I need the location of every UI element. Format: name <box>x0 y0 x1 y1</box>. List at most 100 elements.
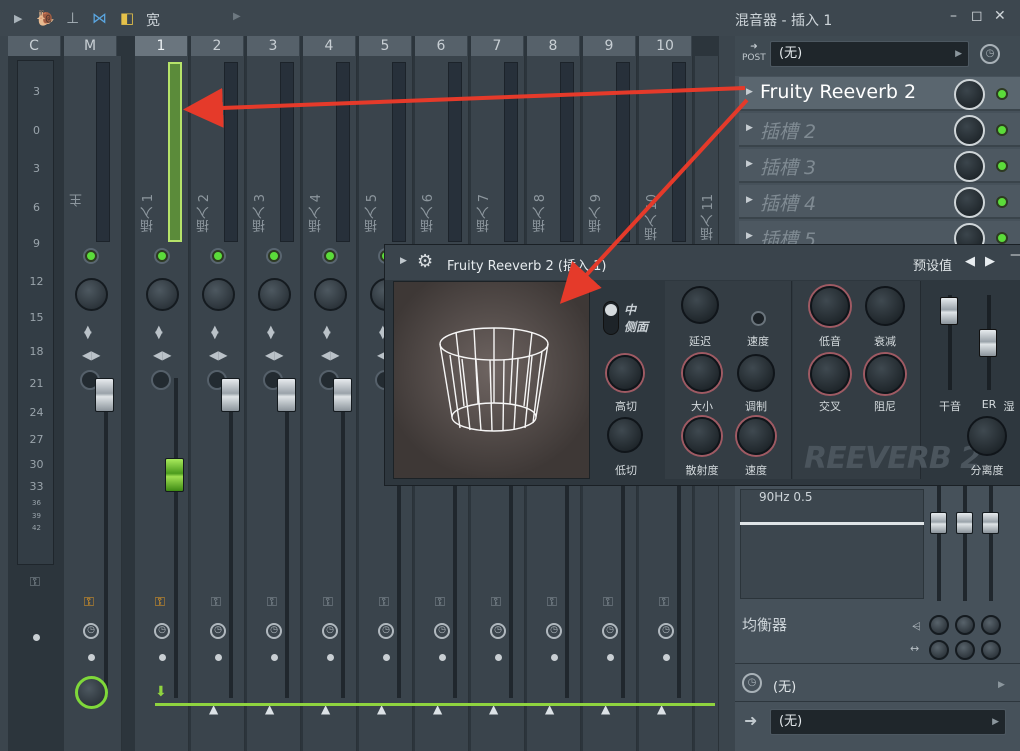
clock-icon[interactable]: ◷ <box>154 623 170 639</box>
plugin-minimize-button[interactable]: — <box>1010 247 1020 263</box>
clock-icon[interactable]: ◷ <box>210 623 226 639</box>
lock-icon[interactable]: ⚿ <box>491 595 501 610</box>
eq-graph[interactable] <box>740 489 924 599</box>
clock-icon[interactable]: ◷ <box>742 673 762 693</box>
eq-band1-knob[interactable] <box>929 615 949 635</box>
volume-fader[interactable] <box>277 378 296 412</box>
route-dot[interactable] <box>439 654 446 661</box>
speed-knob[interactable] <box>737 417 775 455</box>
mix-knob[interactable] <box>954 79 985 110</box>
lock-icon[interactable]: ⚿ <box>659 595 669 610</box>
output-select[interactable]: (无) ▶ <box>770 709 1006 735</box>
stereo-separation-icon[interactable]: ▲ ▼ <box>211 325 219 341</box>
clock-icon[interactable]: ◷ <box>322 623 338 639</box>
gear-icon[interactable]: ⚙ <box>417 251 433 272</box>
swap-lr-icon[interactable]: ◀▶ <box>321 348 339 362</box>
diffusion-knob[interactable] <box>683 417 721 455</box>
route-dot[interactable] <box>607 654 614 661</box>
route-dot[interactable] <box>383 654 390 661</box>
slot-label[interactable]: 插槽 2 <box>760 117 816 144</box>
prev-preset-button[interactable]: ◀ <box>965 254 975 269</box>
eq-freq1-knob[interactable] <box>929 640 949 660</box>
latency-clock-icon[interactable]: ◷ <box>980 44 1000 64</box>
slot-label[interactable]: 插槽 4 <box>760 189 816 216</box>
slot-enable-led[interactable] <box>996 196 1008 208</box>
route-dot[interactable] <box>663 654 670 661</box>
plugin-title-bar[interactable]: ▶ ⚙ Fruity Reeverb 2 (插入 1) 预设值 ◀ ▶ — <box>385 245 1020 280</box>
mixer-strip-insert-2[interactable]: 插入 2 ▲ ▼ ◀▶ ⚿ ◷ ▲ <box>191 56 245 751</box>
slot-arrow-icon[interactable]: ▶ <box>746 159 753 169</box>
swap-lr-icon[interactable]: ◀▶ <box>82 348 100 362</box>
stereo-separation-icon[interactable]: ▲ ▼ <box>84 325 92 341</box>
speed-knob-small[interactable] <box>751 311 766 326</box>
enable-led[interactable] <box>268 250 280 262</box>
mixer-strip-insert-3[interactable]: 插入 3 ▲ ▼ ◀▶ ⚿ ◷ ▲ <box>247 56 301 751</box>
snail-icon[interactable]: 🐌 <box>36 9 55 27</box>
track-header-1[interactable]: 1 <box>135 36 188 56</box>
slot-arrow-icon[interactable]: ▶ <box>746 231 753 241</box>
route-dot[interactable] <box>327 654 334 661</box>
mod-knob[interactable] <box>737 354 775 392</box>
clock-icon[interactable]: ◷ <box>83 623 99 639</box>
eq-mid-fader[interactable] <box>956 512 973 534</box>
bass-knob[interactable] <box>810 286 850 326</box>
mid-side-toggle[interactable] <box>603 301 619 335</box>
lock-icon[interactable]: ⚿ <box>323 595 333 610</box>
eq-freq2-knob[interactable] <box>955 640 975 660</box>
swap-lr-icon[interactable]: ◀▶ <box>153 348 171 362</box>
volume-fader[interactable] <box>165 458 184 492</box>
track-header-10[interactable]: 10 <box>639 36 692 56</box>
damping-knob[interactable] <box>865 354 905 394</box>
stereo-separation-icon[interactable]: ▲ ▼ <box>267 325 275 341</box>
lock-icon[interactable]: ⚿ <box>84 595 94 610</box>
output-time-value[interactable]: (无) <box>773 676 796 695</box>
track-header-5[interactable]: 5 <box>359 36 412 56</box>
track-header-m[interactable]: M <box>64 36 117 56</box>
maximize-button[interactable]: ◻ <box>971 8 983 24</box>
swap-lr-icon[interactable]: ◀▶ <box>265 348 283 362</box>
delay-knob[interactable] <box>681 286 719 324</box>
pan-knob[interactable] <box>258 278 291 311</box>
clock-icon[interactable]: ◷ <box>490 623 506 639</box>
preset-button[interactable]: 预设值 <box>913 255 952 274</box>
eq-freq3-knob[interactable] <box>981 640 1001 660</box>
clock-icon[interactable]: ◷ <box>546 623 562 639</box>
route-dot[interactable] <box>88 654 95 661</box>
separation-knob[interactable] <box>967 416 1007 456</box>
route-dot[interactable] <box>551 654 558 661</box>
eq-band3-knob[interactable] <box>981 615 1001 635</box>
lock-icon[interactable]: ⚿ <box>211 595 221 610</box>
mix-knob[interactable] <box>954 115 985 146</box>
room-visualizer[interactable] <box>393 281 590 479</box>
slot-enable-led[interactable] <box>996 88 1008 100</box>
lock-icon[interactable]: ⚿ <box>435 595 445 610</box>
pan-knob[interactable] <box>202 278 235 311</box>
clock-icon[interactable]: ◷ <box>378 623 394 639</box>
effect-slot-2[interactable]: ▶ 插槽 2 <box>739 113 1020 147</box>
master-send-knob[interactable] <box>75 676 108 709</box>
mixer-strip-insert-1[interactable]: 插入 1 ▲ ▼ ◀▶ ⚿ ◷ <box>135 56 189 751</box>
mix-knob[interactable] <box>954 187 985 218</box>
slot-arrow-icon[interactable]: ▶ <box>746 195 753 205</box>
pan-knob[interactable] <box>314 278 347 311</box>
plugin-menu-arrow-icon[interactable]: ▶ <box>400 256 407 266</box>
route-dot[interactable] <box>33 634 40 641</box>
output-icon[interactable]: ➜ <box>744 711 757 730</box>
clock-icon[interactable]: ◷ <box>658 623 674 639</box>
panel-icon[interactable]: ◧ <box>120 9 134 27</box>
low-cut-knob[interactable] <box>607 417 643 453</box>
stereo-separation-icon[interactable]: ▲ ▼ <box>323 325 331 341</box>
effect-slot-3[interactable]: ▶ 插槽 3 <box>739 149 1020 183</box>
enable-led[interactable] <box>212 250 224 262</box>
volume-fader[interactable] <box>333 378 352 412</box>
menu-arrow-icon[interactable]: ▶ <box>14 12 22 25</box>
high-cut-knob[interactable] <box>607 355 643 391</box>
route-dot[interactable] <box>215 654 222 661</box>
eq-band2-knob[interactable] <box>955 615 975 635</box>
mixer-strip-insert-4[interactable]: 插入 4 ▲ ▼ ◀▶ ⚿ ◷ ▲ <box>303 56 357 751</box>
close-button[interactable]: ✕ <box>994 8 1006 24</box>
eq-low-fader[interactable] <box>930 512 947 534</box>
slot-arrow-icon[interactable]: ▶ <box>746 123 753 133</box>
track-header-3[interactable]: 3 <box>247 36 300 56</box>
chevron-right-icon[interactable]: ▶ <box>233 11 241 22</box>
